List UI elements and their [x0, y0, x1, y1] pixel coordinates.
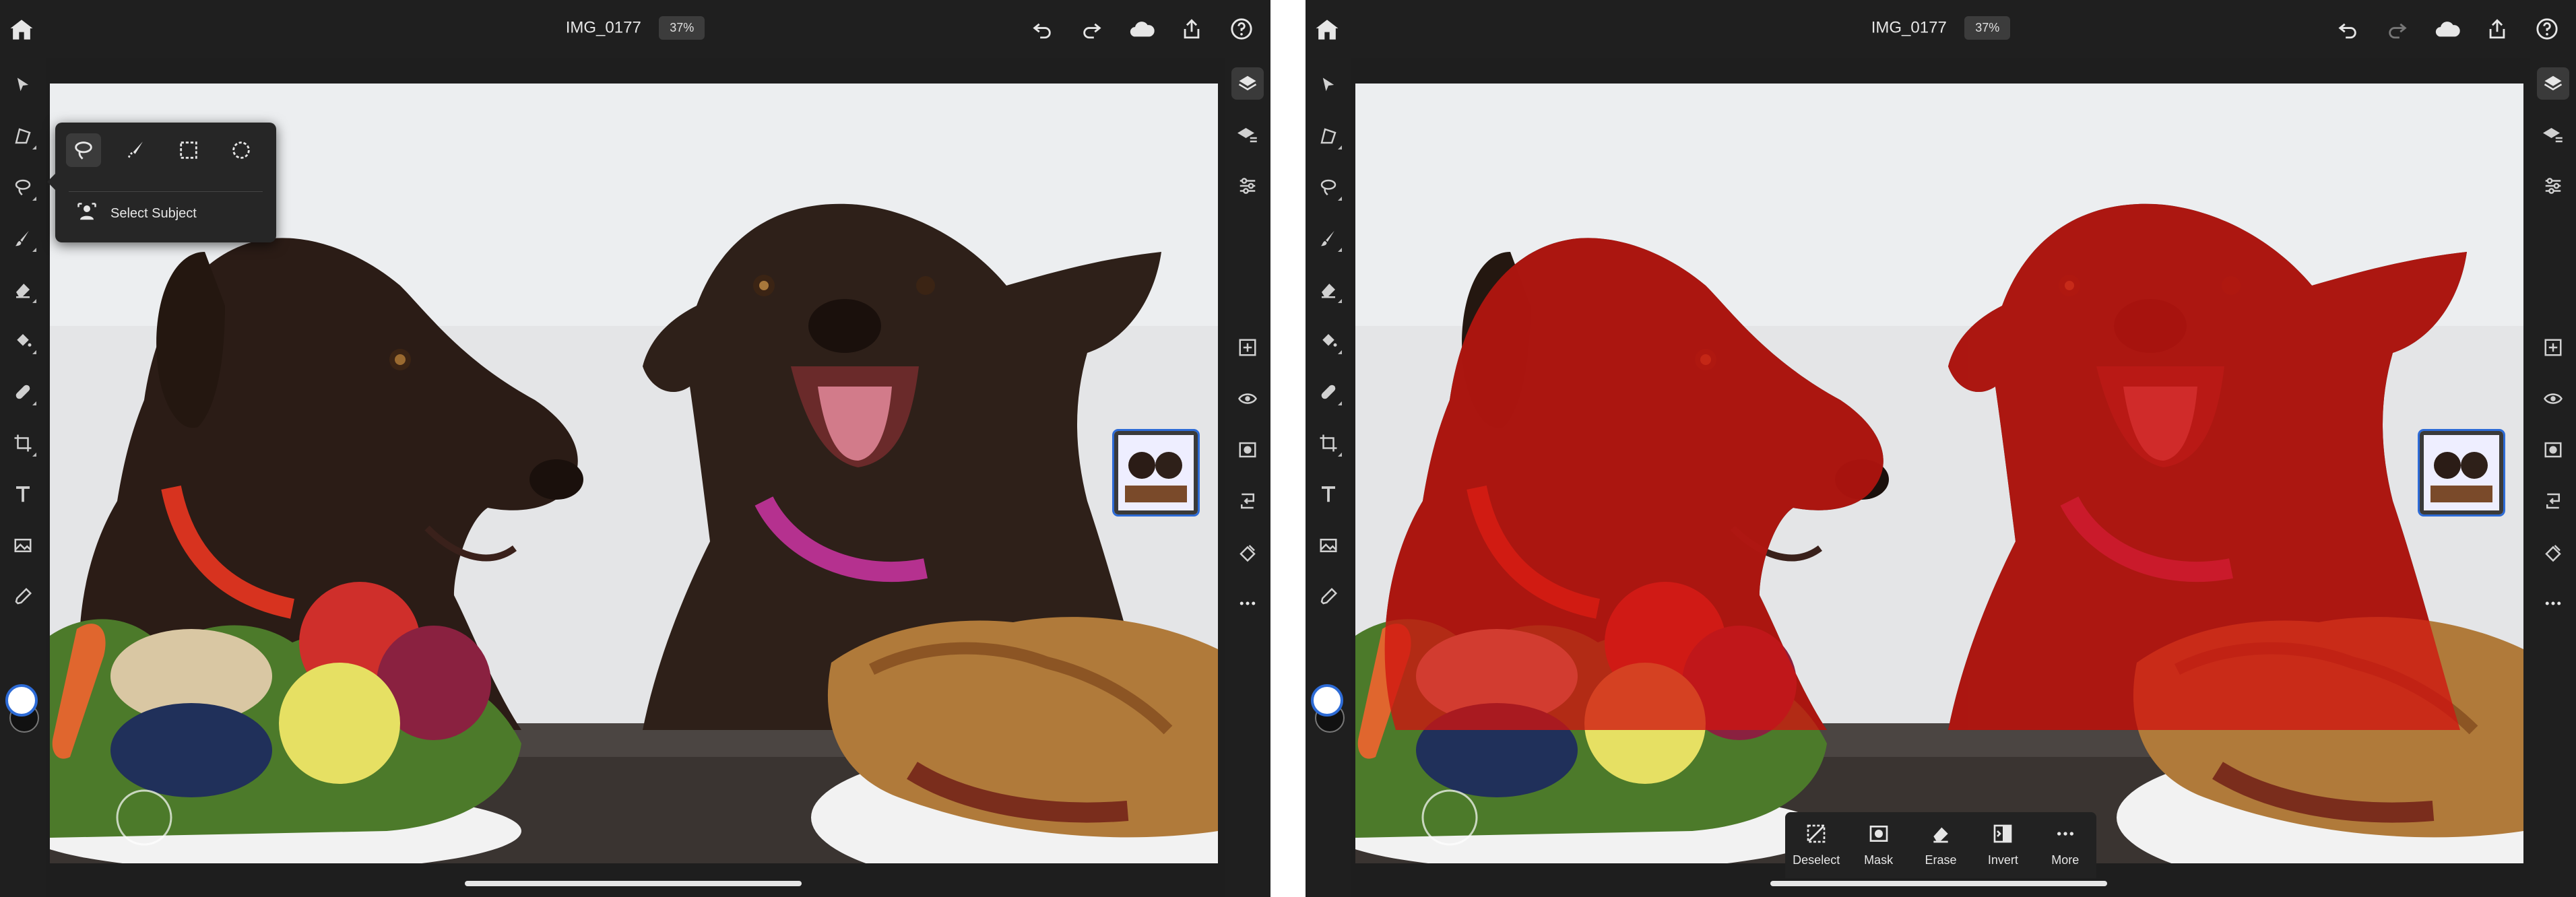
home-indicator[interactable]	[1770, 881, 2107, 886]
redo-icon[interactable]	[1075, 12, 1109, 46]
subject-selection-overlay	[1384, 203, 2467, 730]
select-subject-button[interactable]: Select Subject	[77, 202, 197, 226]
paint-bucket-icon[interactable]	[1312, 325, 1345, 357]
transform-icon[interactable]	[7, 120, 39, 152]
rect-marquee-icon[interactable]	[171, 133, 206, 167]
layers-bar	[2530, 58, 2576, 897]
eyedropper-icon[interactable]	[1312, 580, 1345, 613]
transform-icon[interactable]	[1312, 120, 1345, 152]
layers-icon[interactable]	[1231, 67, 1264, 100]
mask-icon[interactable]	[2537, 434, 2569, 466]
add-layer-icon[interactable]	[2537, 331, 2569, 364]
mask-icon	[1868, 823, 1890, 848]
invert-label: Invert	[1987, 853, 2018, 867]
zoom-level[interactable]: 37%	[659, 16, 705, 40]
app-screen-subject-selected: IMG_0177 37%	[1306, 0, 2576, 897]
more-icon	[2055, 823, 2076, 848]
brush-icon[interactable]	[1312, 222, 1345, 255]
deselect-label: Deselect	[1793, 853, 1840, 867]
eraser-icon[interactable]	[1312, 273, 1345, 306]
cloud-icon[interactable]	[1125, 12, 1159, 46]
type-icon[interactable]	[1312, 478, 1345, 510]
add-layer-icon[interactable]	[1231, 331, 1264, 364]
top-actions	[2331, 12, 2564, 46]
ellipse-marquee-icon[interactable]	[224, 133, 259, 167]
top-actions	[1025, 12, 1258, 46]
tool-bar	[0, 58, 46, 897]
layer-properties-icon[interactable]	[2537, 119, 2569, 151]
lasso-icon[interactable]	[7, 171, 39, 203]
deselect-icon	[1805, 823, 1827, 848]
home-indicator[interactable]	[465, 881, 802, 886]
opacity-icon[interactable]	[1231, 536, 1264, 568]
eye-icon[interactable]	[2537, 383, 2569, 415]
undo-icon[interactable]	[2331, 12, 2364, 46]
tool-bar	[1306, 58, 1351, 897]
brush-icon[interactable]	[7, 222, 39, 255]
zoom-level[interactable]: 37%	[1964, 16, 2011, 40]
eyedropper-icon[interactable]	[7, 580, 39, 613]
crop-icon[interactable]	[1312, 427, 1345, 459]
selection-tool-options	[66, 133, 259, 167]
foreground-color-swatch[interactable]	[1311, 684, 1343, 717]
popover-arrow	[47, 174, 55, 190]
lasso-icon[interactable]	[1312, 171, 1345, 203]
popover-divider	[69, 191, 263, 192]
move-arrow-icon[interactable]	[1312, 69, 1345, 101]
selection-tools-popover: Select Subject	[47, 123, 276, 242]
layer-properties-icon[interactable]	[1231, 119, 1264, 151]
redo-icon	[2381, 12, 2414, 46]
share-icon[interactable]	[1175, 12, 1209, 46]
lasso-select-icon[interactable]	[66, 133, 101, 167]
type-icon[interactable]	[7, 478, 39, 510]
undo-icon[interactable]	[1025, 12, 1059, 46]
mask-button[interactable]: Mask	[1850, 823, 1908, 867]
eraser-icon[interactable]	[7, 273, 39, 306]
paint-bucket-icon[interactable]	[7, 325, 39, 357]
adjustments-sliders-icon[interactable]	[2537, 170, 2569, 202]
help-icon[interactable]	[1225, 12, 1258, 46]
adjustments-sliders-icon[interactable]	[1231, 170, 1264, 202]
merge-down-icon[interactable]	[1231, 485, 1264, 517]
layers-bar	[1225, 58, 1270, 897]
eye-icon[interactable]	[1231, 383, 1264, 415]
invert-button[interactable]: Invert	[1974, 823, 2032, 867]
top-bar: IMG_0177 37%	[0, 0, 1270, 58]
layer-thumbnail[interactable]	[1112, 429, 1200, 517]
top-bar: IMG_0177 37%	[1306, 0, 2576, 58]
select-subject-label: Select Subject	[110, 206, 197, 221]
heal-bandage-icon[interactable]	[1312, 376, 1345, 408]
layers-icon[interactable]	[2537, 67, 2569, 100]
place-image-icon[interactable]	[7, 529, 39, 562]
eraser-icon	[1930, 823, 1952, 848]
invert-icon	[1992, 823, 2014, 848]
mask-label: Mask	[1864, 853, 1894, 867]
document-title: IMG_0177	[1871, 18, 1947, 37]
move-arrow-icon[interactable]	[7, 69, 39, 101]
merge-down-icon[interactable]	[2537, 485, 2569, 517]
place-image-icon[interactable]	[1312, 529, 1345, 562]
heal-bandage-icon[interactable]	[7, 376, 39, 408]
selection-action-bar: Deselect Mask Erase Invert More	[1785, 812, 2096, 878]
select-subject-icon	[77, 202, 97, 226]
mask-icon[interactable]	[1231, 434, 1264, 466]
more-icon[interactable]	[1231, 587, 1264, 620]
share-icon[interactable]	[2480, 12, 2514, 46]
layer-thumbnail[interactable]	[2418, 429, 2505, 517]
document-title: IMG_0177	[565, 18, 641, 37]
erase-label: Erase	[1925, 853, 1957, 867]
more-icon[interactable]	[2537, 587, 2569, 620]
more-label: More	[2051, 853, 2080, 867]
app-screen-select-tool: IMG_0177 37% Select Subject	[0, 0, 1270, 897]
more-button[interactable]: More	[2036, 823, 2094, 867]
brush-select-icon[interactable]	[119, 133, 154, 167]
foreground-color-swatch[interactable]	[5, 684, 38, 717]
erase-button[interactable]: Erase	[1912, 823, 1970, 867]
cloud-icon[interactable]	[2430, 12, 2464, 46]
crop-icon[interactable]	[7, 427, 39, 459]
help-icon[interactable]	[2530, 12, 2564, 46]
document-canvas[interactable]	[1355, 84, 2523, 863]
opacity-icon[interactable]	[2537, 536, 2569, 568]
deselect-button[interactable]: Deselect	[1787, 823, 1845, 867]
